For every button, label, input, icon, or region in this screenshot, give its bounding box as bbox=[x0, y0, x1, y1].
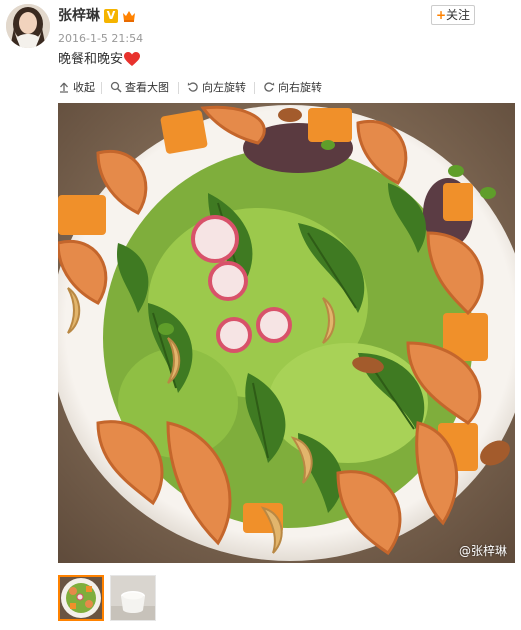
post-timestamp[interactable]: 2016-1-5 21:54 bbox=[58, 32, 143, 46]
shrimp-salad-photo bbox=[58, 103, 515, 563]
verified-badge-icon[interactable]: V bbox=[104, 9, 118, 23]
weibo-post: 张梓琳 V 2016-1-5 21:54 +关注 晚餐和晚安 收起 查看大图 向… bbox=[0, 0, 521, 630]
post-photo[interactable]: @张梓琳 bbox=[58, 103, 515, 563]
toolbar-divider bbox=[178, 82, 179, 94]
view-large-label: 查看大图 bbox=[125, 81, 169, 94]
magnify-icon bbox=[110, 81, 122, 93]
rotate-right-icon bbox=[263, 81, 275, 93]
rotate-left-label: 向左旋转 bbox=[202, 81, 246, 94]
follow-label: 关注 bbox=[446, 8, 471, 22]
vip-crown-icon[interactable] bbox=[121, 8, 137, 24]
toolbar-divider bbox=[254, 82, 255, 94]
rotate-right-button[interactable]: 向右旋转 bbox=[263, 80, 322, 96]
rotate-left-button[interactable]: 向左旋转 bbox=[187, 80, 246, 96]
rotate-right-label: 向右旋转 bbox=[278, 81, 322, 94]
view-large-button[interactable]: 查看大图 bbox=[110, 80, 169, 96]
username[interactable]: 张梓琳 bbox=[58, 7, 100, 25]
post-text: 晚餐和晚安 bbox=[58, 52, 124, 67]
thumbnail-milk[interactable] bbox=[110, 575, 156, 621]
red-heart-icon bbox=[123, 51, 141, 67]
collapse-button[interactable]: 收起 bbox=[58, 80, 95, 96]
follow-button[interactable]: +关注 bbox=[431, 5, 475, 25]
thumbnail-salad[interactable] bbox=[58, 575, 104, 621]
collapse-up-icon bbox=[58, 81, 70, 93]
salad-thumbnail-image bbox=[60, 577, 102, 619]
toolbar-divider bbox=[101, 82, 102, 94]
collapse-label: 收起 bbox=[73, 81, 95, 94]
rotate-left-icon bbox=[187, 81, 199, 93]
photo-watermark: @张梓琳 bbox=[458, 544, 507, 558]
plus-icon: + bbox=[435, 8, 447, 22]
user-avatar[interactable] bbox=[6, 4, 50, 48]
milk-thumbnail-image bbox=[111, 576, 155, 620]
